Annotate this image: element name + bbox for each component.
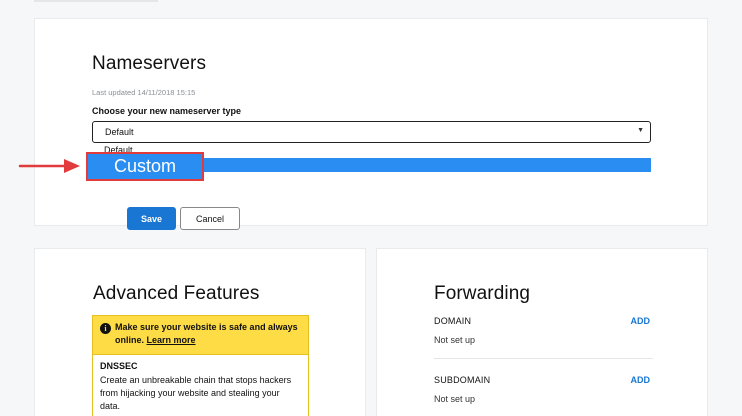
domain-forwarding-add-button[interactable]: ADD — [631, 316, 651, 326]
subdomain-forwarding-add-button[interactable]: ADD — [631, 375, 651, 385]
advanced-features-card: Advanced Features i Make sure your websi… — [34, 248, 366, 416]
nameservers-title: Nameservers — [92, 53, 207, 74]
info-icon: i — [100, 323, 111, 334]
top-divider — [34, 0, 158, 2]
domain-forwarding-status: Not set up — [434, 335, 476, 345]
advanced-features-title: Advanced Features — [93, 283, 260, 304]
forwarding-divider — [434, 358, 653, 359]
select-current-value: Default — [105, 127, 134, 137]
forwarding-title: Forwarding — [434, 283, 531, 304]
chevron-down-icon: ▼ — [637, 127, 644, 134]
custom-option-callout[interactable]: Custom — [86, 152, 204, 181]
safety-notice: i Make sure your website is safe and alw… — [92, 315, 309, 355]
learn-more-link[interactable]: Learn more — [147, 335, 196, 345]
domain-forwarding-label: DOMAIN — [434, 316, 472, 326]
safety-notice-message: Make sure your website is safe and alway… — [115, 322, 298, 345]
forwarding-card: Forwarding DOMAIN ADD Not set up SUBDOMA… — [376, 248, 708, 416]
nameserver-type-select[interactable]: Default ▼ — [92, 121, 651, 143]
save-button[interactable]: Save — [127, 207, 176, 230]
dnssec-description: Create an unbreakable chain that stops h… — [100, 375, 292, 411]
annotation-arrow-icon — [18, 159, 80, 173]
cancel-button[interactable]: Cancel — [180, 207, 240, 230]
subdomain-forwarding-label: SUBDOMAIN — [434, 375, 491, 385]
nameserver-type-label: Choose your new nameserver type — [92, 106, 242, 116]
last-updated-text: Last updated 14/11/2018 15:15 — [92, 88, 196, 97]
subdomain-forwarding-status: Not set up — [434, 394, 476, 404]
nameservers-card: Nameservers Last updated 14/11/2018 15:1… — [34, 18, 708, 230]
dnssec-section: DNSSEC Create an unbreakable chain that … — [92, 355, 309, 416]
dnssec-title: DNSSEC — [100, 361, 138, 371]
safety-notice-text: Make sure your website is safe and alway… — [115, 321, 305, 347]
